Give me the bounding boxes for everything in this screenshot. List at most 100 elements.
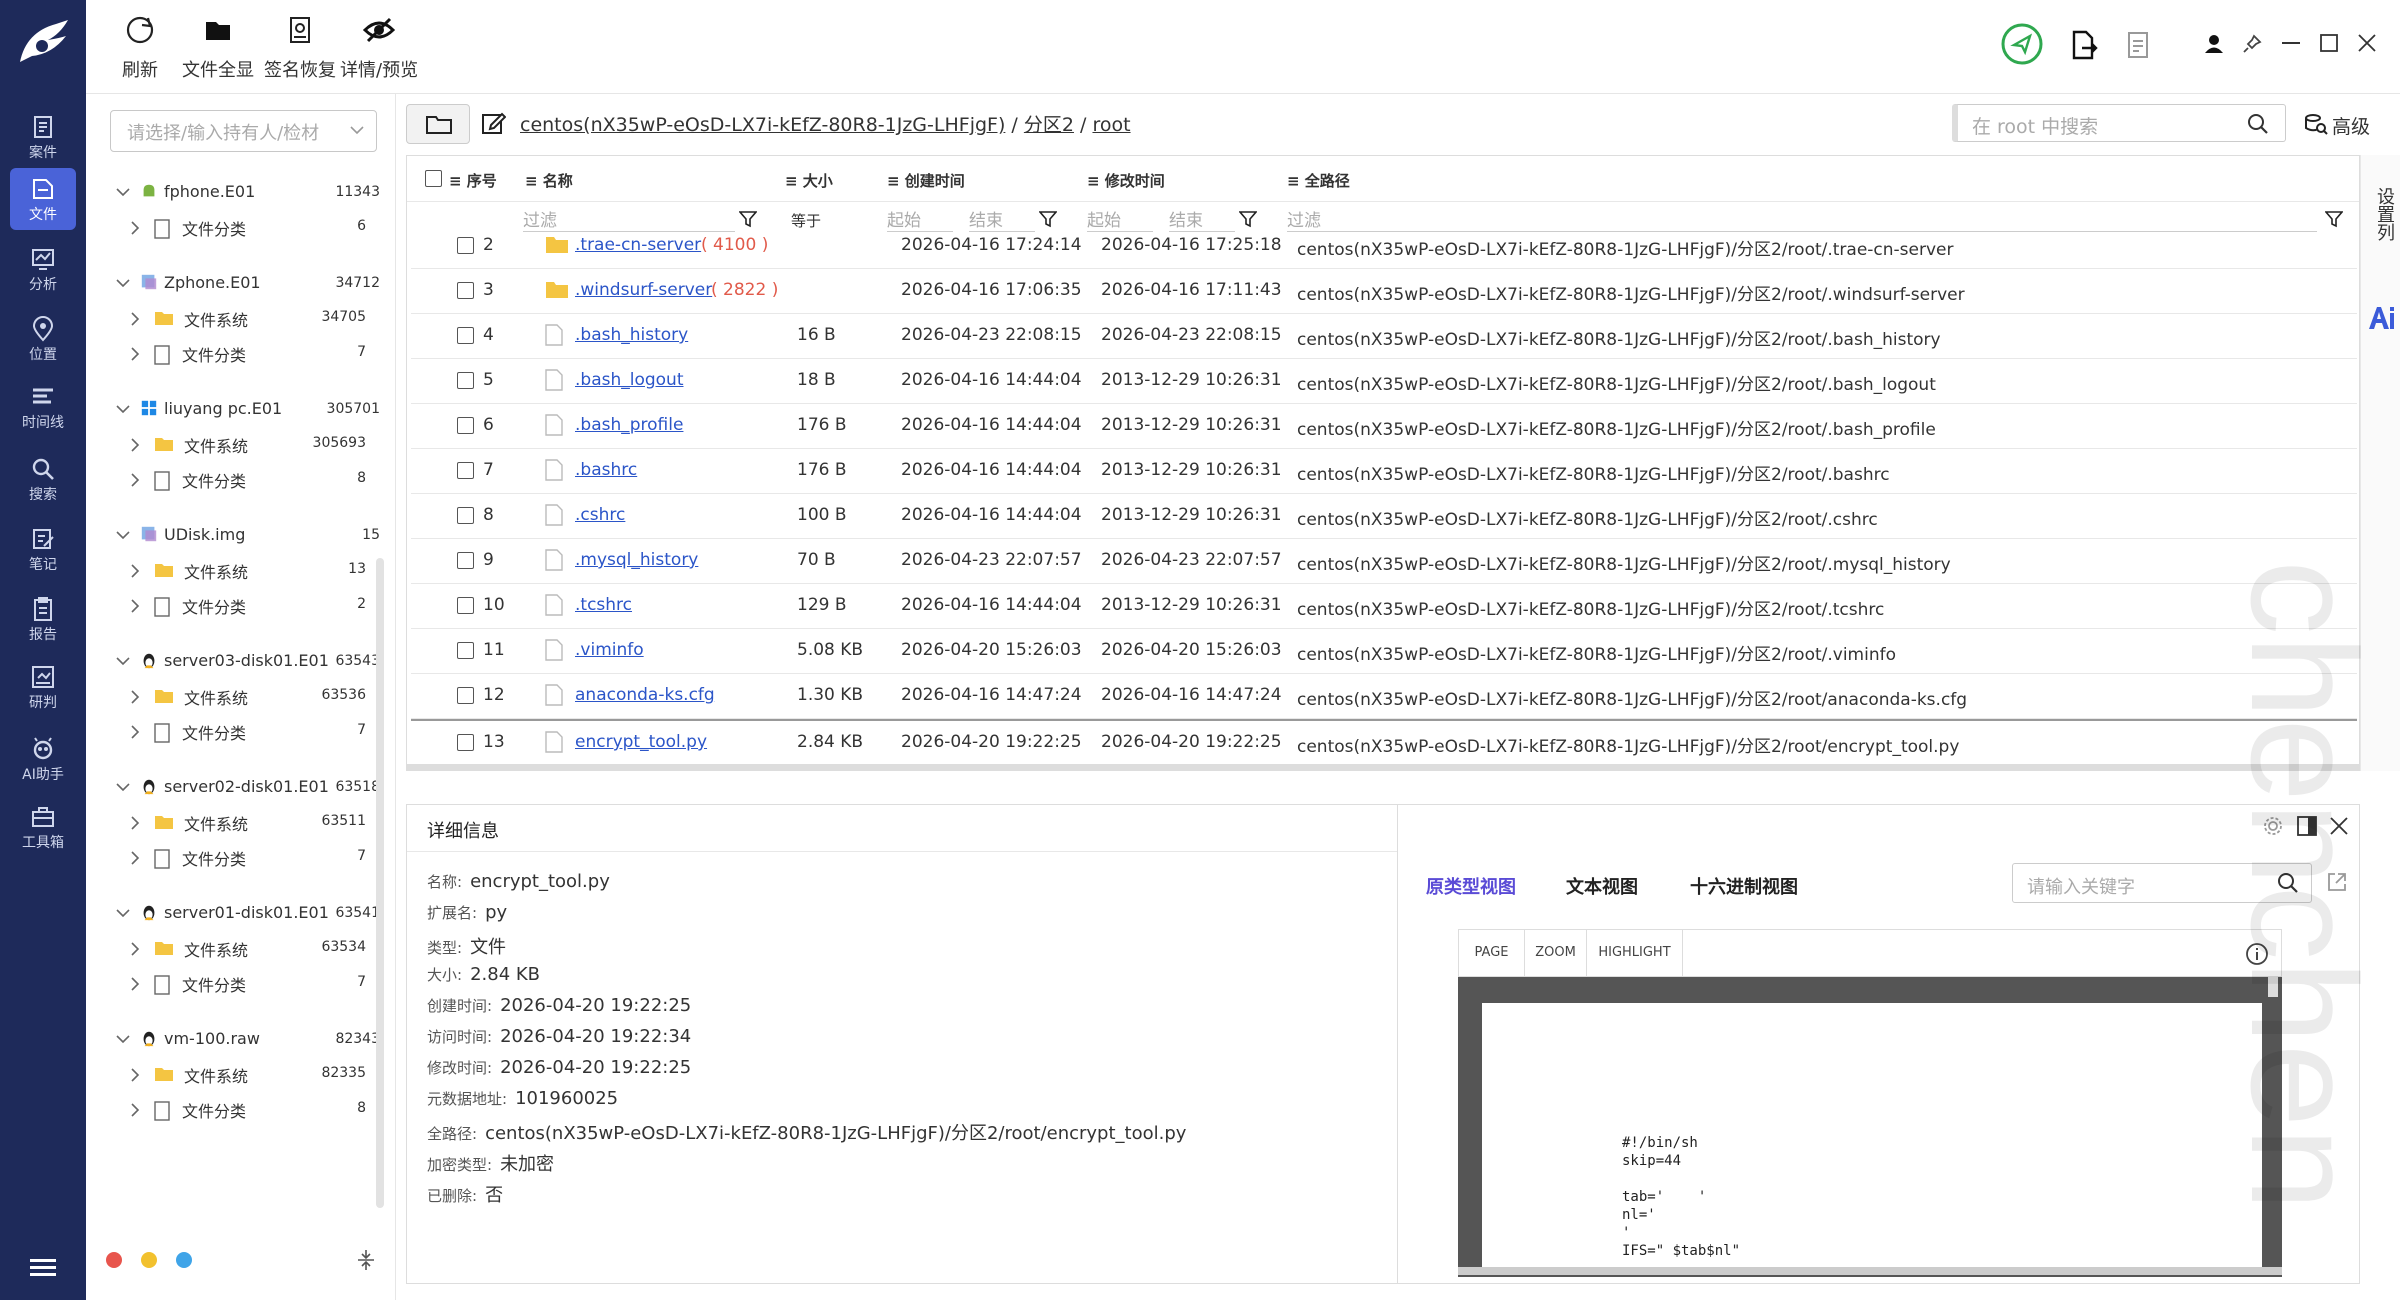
table-row[interactable]: 3 .windsurf-server( 2822 ) 2026-04-16 17:0… [411,269,2357,314]
viewer-button-highlight[interactable]: HIGHLIGHT [1587,930,1683,976]
nav-item-toolbox[interactable]: 工具箱 [10,796,76,858]
tree-node[interactable]: server02-disk01.E01 [116,777,329,801]
breadcrumb-partition[interactable]: 分区2 [1024,114,1074,136]
filter-icon[interactable] [1239,210,1257,228]
nav-item-search[interactable]: 搜索 [10,448,76,510]
nav-item-location[interactable]: 位置 [10,308,76,370]
table-row[interactable]: 9 .mysql_history 70 B 2026-04-23 22:07:57 20… [411,539,2357,584]
tree-child-node[interactable]: 文件分类 [130,1098,246,1122]
row-file-name[interactable]: .tcshrc [575,595,632,615]
document-viewer[interactable]: #!/bin/sh skip=44 tab=' ' nl=' ' IFS=" $tab$n… [1458,977,2282,1277]
send-icon[interactable] [2000,22,2044,66]
viewer-button-page[interactable]: PAGE [1459,930,1525,976]
row-checkbox[interactable] [457,597,474,614]
table-row[interactable]: 8 .cshrc 100 B 2026-04-16 14:44:04 2013-12-2… [411,494,2357,539]
refresh-button[interactable]: 刷新 [120,10,160,82]
select-all-checkbox[interactable] [425,170,442,187]
row-file-name[interactable]: anaconda-ks.cfg [575,685,715,705]
search-icon[interactable] [2247,113,2269,135]
size-filter-mode[interactable]: 等于 [791,210,821,231]
menu-icon[interactable] [30,1258,56,1278]
tree-child-node[interactable]: 文件系统 [130,937,248,961]
tree-child-node[interactable]: 文件系统 [130,307,248,331]
modified-start-input[interactable]: 起始 [1087,206,1153,232]
tree-child-node[interactable]: 文件系统 [130,433,248,457]
preview-tab-2[interactable]: 十六进制视图 [1690,873,1798,899]
row-checkbox[interactable] [457,734,474,751]
edit-path-icon[interactable] [480,110,506,136]
tree-child-node[interactable]: 文件系统 [130,811,248,835]
breadcrumb-root[interactable]: root [1092,114,1130,136]
status-dot-red[interactable] [106,1252,122,1268]
viewer-button-zoom[interactable]: ZOOM [1525,930,1587,976]
row-file-name[interactable]: .bash_profile [575,415,683,435]
maximize-icon[interactable] [2320,34,2338,52]
filter-icon[interactable] [2325,210,2343,228]
table-h-scrollbar[interactable] [407,764,2359,770]
filter-icon[interactable] [1039,210,1057,228]
status-dot-blue[interactable] [176,1252,192,1268]
nav-item-note[interactable]: 笔记 [10,518,76,580]
table-row[interactable]: 6 .bash_profile 176 B 2026-04-16 14:44:04 20… [411,404,2357,449]
row-file-name[interactable]: .windsurf-server [575,280,712,300]
row-checkbox[interactable] [457,237,474,254]
holder-select[interactable]: 请选择/输入持有人/检材 [110,110,377,152]
close-icon[interactable] [2358,34,2376,52]
tree-child-node[interactable]: 文件分类 [130,720,246,744]
preview-tab-0[interactable]: 原类型视图 [1426,873,1516,899]
detail-preview-button[interactable]: 详情/预览 [340,10,418,82]
tree-scrollbar[interactable] [376,558,384,1208]
table-row[interactable]: 4 .bash_history 16 B 2026-04-23 22:08:15 202… [411,314,2357,359]
table-row[interactable]: 5 .bash_logout 18 B 2026-04-16 14:44:04 2013… [411,359,2357,404]
viewer-h-scrollbar[interactable] [1458,1267,2282,1275]
table-row[interactable]: 13 encrypt_tool.py 2.84 KB 2026-04-20 19:22… [411,719,2357,756]
row-checkbox[interactable] [457,417,474,434]
row-file-name[interactable]: encrypt_tool.py [575,732,707,752]
export-file-icon[interactable] [2070,30,2098,60]
tree-node[interactable]: vm-100.raw [116,1029,260,1053]
tree-node[interactable]: UDisk.img [116,525,245,549]
name-filter-input[interactable]: 过滤 [523,206,735,232]
file-all-button[interactable]: 文件全显 [182,10,254,82]
table-row[interactable]: 2 .trae-cn-server( 4100 ) 2026-04-16 17:24… [411,236,2357,269]
report-file-icon[interactable] [2126,30,2150,60]
advanced-search-icon[interactable] [2304,112,2328,136]
nav-item-case[interactable]: 案件 [10,106,76,168]
filter-icon[interactable] [739,210,757,228]
row-file-name[interactable]: .cshrc [575,505,625,525]
table-row[interactable]: 7 .bashrc 176 B 2026-04-16 14:44:04 2013-12-… [411,449,2357,494]
table-row[interactable]: 10 .tcshrc 129 B 2026-04-16 14:44:04 2013-12… [411,584,2357,629]
pin-icon[interactable] [2242,34,2262,54]
ai-icon[interactable] [2367,303,2397,333]
nav-item-ai-assistant[interactable]: AI助手 [10,728,76,790]
tree-child-node[interactable]: 文件分类 [130,342,246,366]
row-file-name[interactable]: .viminfo [575,640,644,660]
row-checkbox[interactable] [457,642,474,659]
column-settings-label[interactable]: 设置列 [2371,187,2397,241]
sign-restore-button[interactable]: 签名恢复 [264,10,336,82]
nav-item-analysis[interactable]: 分析 [10,238,76,300]
nav-item-timeline[interactable]: 时间线 [10,376,76,438]
tree-child-node[interactable]: 文件分类 [130,846,246,870]
row-checkbox[interactable] [457,462,474,479]
row-checkbox[interactable] [457,687,474,704]
tree-child-node[interactable]: 文件系统 [130,1063,248,1087]
tree-node[interactable]: fphone.E01 [116,182,255,206]
row-file-name[interactable]: .bash_logout [575,370,684,390]
tree-node[interactable]: server03-disk01.E01 [116,651,329,675]
tree-child-node[interactable]: 文件系统 [130,685,248,709]
nav-item-report[interactable]: 报告 [10,588,76,650]
folder-search-box[interactable]: 在 root 中搜索 [1952,104,2286,142]
collapse-all-icon[interactable] [356,1248,376,1272]
table-row[interactable]: 12 anaconda-ks.cfg 1.30 KB 2026-04-16 14:47… [411,674,2357,719]
table-row[interactable]: 11 .viminfo 5.08 KB 2026-04-20 15:26:03 2026… [411,629,2357,674]
row-checkbox[interactable] [457,507,474,524]
row-file-name[interactable]: .trae-cn-server [575,236,701,255]
modified-end-input[interactable]: 结束 [1169,206,1235,232]
minimize-icon[interactable] [2282,42,2300,46]
row-checkbox[interactable] [457,282,474,299]
row-file-name[interactable]: .bashrc [575,460,637,480]
preview-tab-1[interactable]: 文本视图 [1566,873,1638,899]
nav-item-judge[interactable]: 研判 [10,656,76,718]
status-dot-yellow[interactable] [141,1252,157,1268]
